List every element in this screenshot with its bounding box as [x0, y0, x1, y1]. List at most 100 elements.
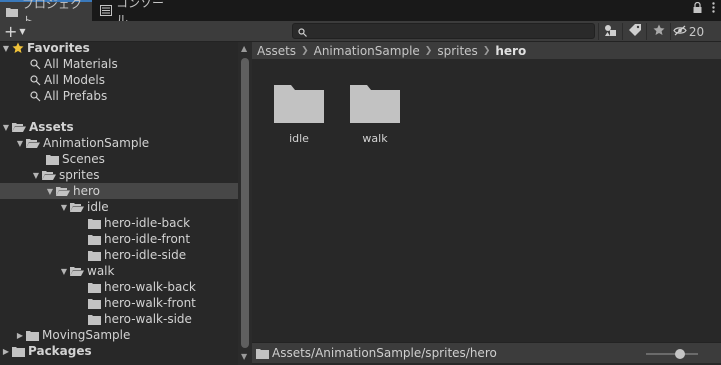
folder-icon [26, 330, 39, 341]
folder-icon [46, 154, 59, 165]
search-input[interactable] [311, 24, 591, 38]
tree-label: walk [87, 264, 115, 278]
filter-by-label-button[interactable] [622, 23, 646, 40]
folder-open-icon [70, 202, 84, 213]
tree-item-walk[interactable]: ▼ walk [0, 263, 238, 279]
folder-open-icon [42, 170, 56, 181]
tab-bar: プロジェクト コンソール [0, 0, 721, 28]
folder-icon [88, 250, 101, 261]
toolbar: + ▼ 20 [0, 21, 721, 42]
add-asset-button[interactable]: + ▼ [4, 22, 26, 41]
chevron-down-icon: ▼ [19, 26, 26, 36]
expanded-arrow-icon[interactable]: ▼ [0, 123, 12, 132]
chevron-right-icon: ❯ [482, 45, 491, 56]
folder-icon [256, 348, 269, 359]
tree-item-animationsample[interactable]: ▼ AnimationSample [0, 135, 238, 151]
hidden-packages-toggle[interactable]: 20 [670, 23, 706, 40]
tab-project[interactable]: プロジェクト [0, 0, 92, 28]
breadcrumb-item-assets[interactable]: Assets [257, 44, 296, 58]
tree-label: All Models [44, 73, 105, 87]
tree-label: hero [73, 184, 100, 198]
tree-item-idle[interactable]: ▼ idle [0, 199, 238, 215]
asset-folder-idle[interactable]: idle [264, 83, 334, 145]
tree-item-hero-idle-front[interactable]: hero-idle-front [0, 231, 238, 247]
tree-label: sprites [59, 168, 100, 182]
breadcrumb-item-hero[interactable]: hero [495, 44, 526, 58]
expanded-arrow-icon[interactable]: ▼ [14, 139, 26, 148]
tree-item-hero-idle-side[interactable]: hero-idle-side [0, 247, 238, 263]
expanded-arrow-icon[interactable]: ▼ [58, 267, 70, 276]
window-buttons [693, 1, 715, 16]
folder-open-icon [56, 186, 70, 197]
tree-item-hero-walk-side[interactable]: hero-walk-side [0, 311, 238, 327]
folder-icon [274, 83, 324, 126]
tree-label: hero-walk-side [104, 312, 192, 326]
folder-open-icon [70, 266, 84, 277]
tree-label: hero-idle-back [104, 216, 191, 230]
folder-icon [88, 234, 101, 245]
tree-label: Favorites [27, 41, 90, 55]
tree-label: hero-idle-front [104, 232, 191, 246]
lock-icon[interactable] [693, 1, 702, 16]
star-icon [653, 24, 665, 39]
tree-label: MovingSample [42, 328, 131, 342]
tree-label: Assets [29, 120, 74, 134]
search-icon [30, 74, 41, 86]
tree-item-assets[interactable]: ▼ Assets [0, 119, 238, 135]
tree-item-all-models[interactable]: All Models [0, 72, 238, 88]
folder-icon [12, 346, 25, 357]
tree-item-packages[interactable]: ▶ Packages [0, 343, 238, 359]
folder-open-icon [26, 138, 40, 149]
search-box[interactable] [292, 23, 595, 39]
expanded-arrow-icon[interactable]: ▼ [44, 187, 56, 196]
tree-item-sprites[interactable]: ▼ sprites [0, 167, 238, 183]
tree-item-scenes[interactable]: Scenes [0, 151, 238, 167]
expanded-arrow-icon[interactable]: ▼ [30, 171, 42, 180]
folder-icon [88, 282, 101, 293]
tree-label: All Materials [44, 57, 118, 71]
tree-label: Scenes [62, 152, 105, 166]
scroll-down-arrow-icon[interactable]: ▼ [241, 352, 247, 361]
tree-label: All Prefabs [44, 89, 108, 103]
tree-item-all-prefabs[interactable]: All Prefabs [0, 88, 238, 104]
filter-by-type-button[interactable] [598, 23, 622, 40]
selected-path: Assets/AnimationSample/sprites/hero [272, 346, 497, 360]
search-icon [30, 58, 41, 70]
folder-icon [6, 7, 18, 17]
expanded-arrow-icon[interactable]: ▼ [0, 44, 12, 53]
tag-icon [628, 24, 641, 39]
tree-label: hero-idle-side [104, 248, 187, 262]
status-bar: Assets/AnimationSample/sprites/hero [252, 342, 721, 363]
tree-item-hero-walk-back[interactable]: hero-walk-back [0, 279, 238, 295]
slider-knob[interactable] [674, 349, 685, 359]
tree-item-hero-walk-front[interactable]: hero-walk-front [0, 295, 238, 311]
tree-scrollbar[interactable]: ▲ ▼ [238, 42, 252, 365]
more-vert-icon[interactable] [712, 2, 715, 16]
tree-label: AnimationSample [43, 136, 150, 150]
asset-label: idle [289, 132, 309, 145]
scroll-thumb[interactable] [241, 58, 249, 348]
tree-item-favorites[interactable]: ▼ Favorites [0, 40, 238, 56]
collapsed-arrow-icon[interactable]: ▶ [0, 347, 12, 356]
folder-tree: ▼ Favorites All Materials All Models All… [0, 40, 238, 365]
asset-folder-walk[interactable]: walk [340, 83, 410, 145]
favorite-button[interactable] [646, 23, 670, 40]
asset-grid: idle walk [252, 59, 721, 342]
scroll-up-arrow-icon[interactable]: ▲ [241, 44, 247, 53]
toolbar-filters: 20 [598, 23, 706, 40]
chevron-right-icon: ❯ [301, 45, 309, 56]
breadcrumb-item-sprites[interactable]: sprites [437, 44, 477, 58]
collapsed-arrow-icon[interactable]: ▶ [14, 331, 26, 340]
tree-item-hero-idle-back[interactable]: hero-idle-back [0, 215, 238, 231]
tab-console[interactable]: コンソール [94, 0, 174, 27]
asset-label: walk [362, 132, 388, 145]
tree-item-movingsample[interactable]: ▶ MovingSample [0, 327, 238, 343]
tree-label: idle [87, 200, 109, 214]
folder-icon [88, 314, 101, 325]
tree-item-all-materials[interactable]: All Materials [0, 56, 238, 72]
eye-hidden-icon [673, 25, 687, 39]
tree-item-hero[interactable]: ▼ hero [0, 183, 238, 199]
breadcrumb-item-animationsample[interactable]: AnimationSample [314, 44, 420, 58]
icon-size-slider[interactable] [646, 349, 698, 359]
expanded-arrow-icon[interactable]: ▼ [58, 203, 70, 212]
